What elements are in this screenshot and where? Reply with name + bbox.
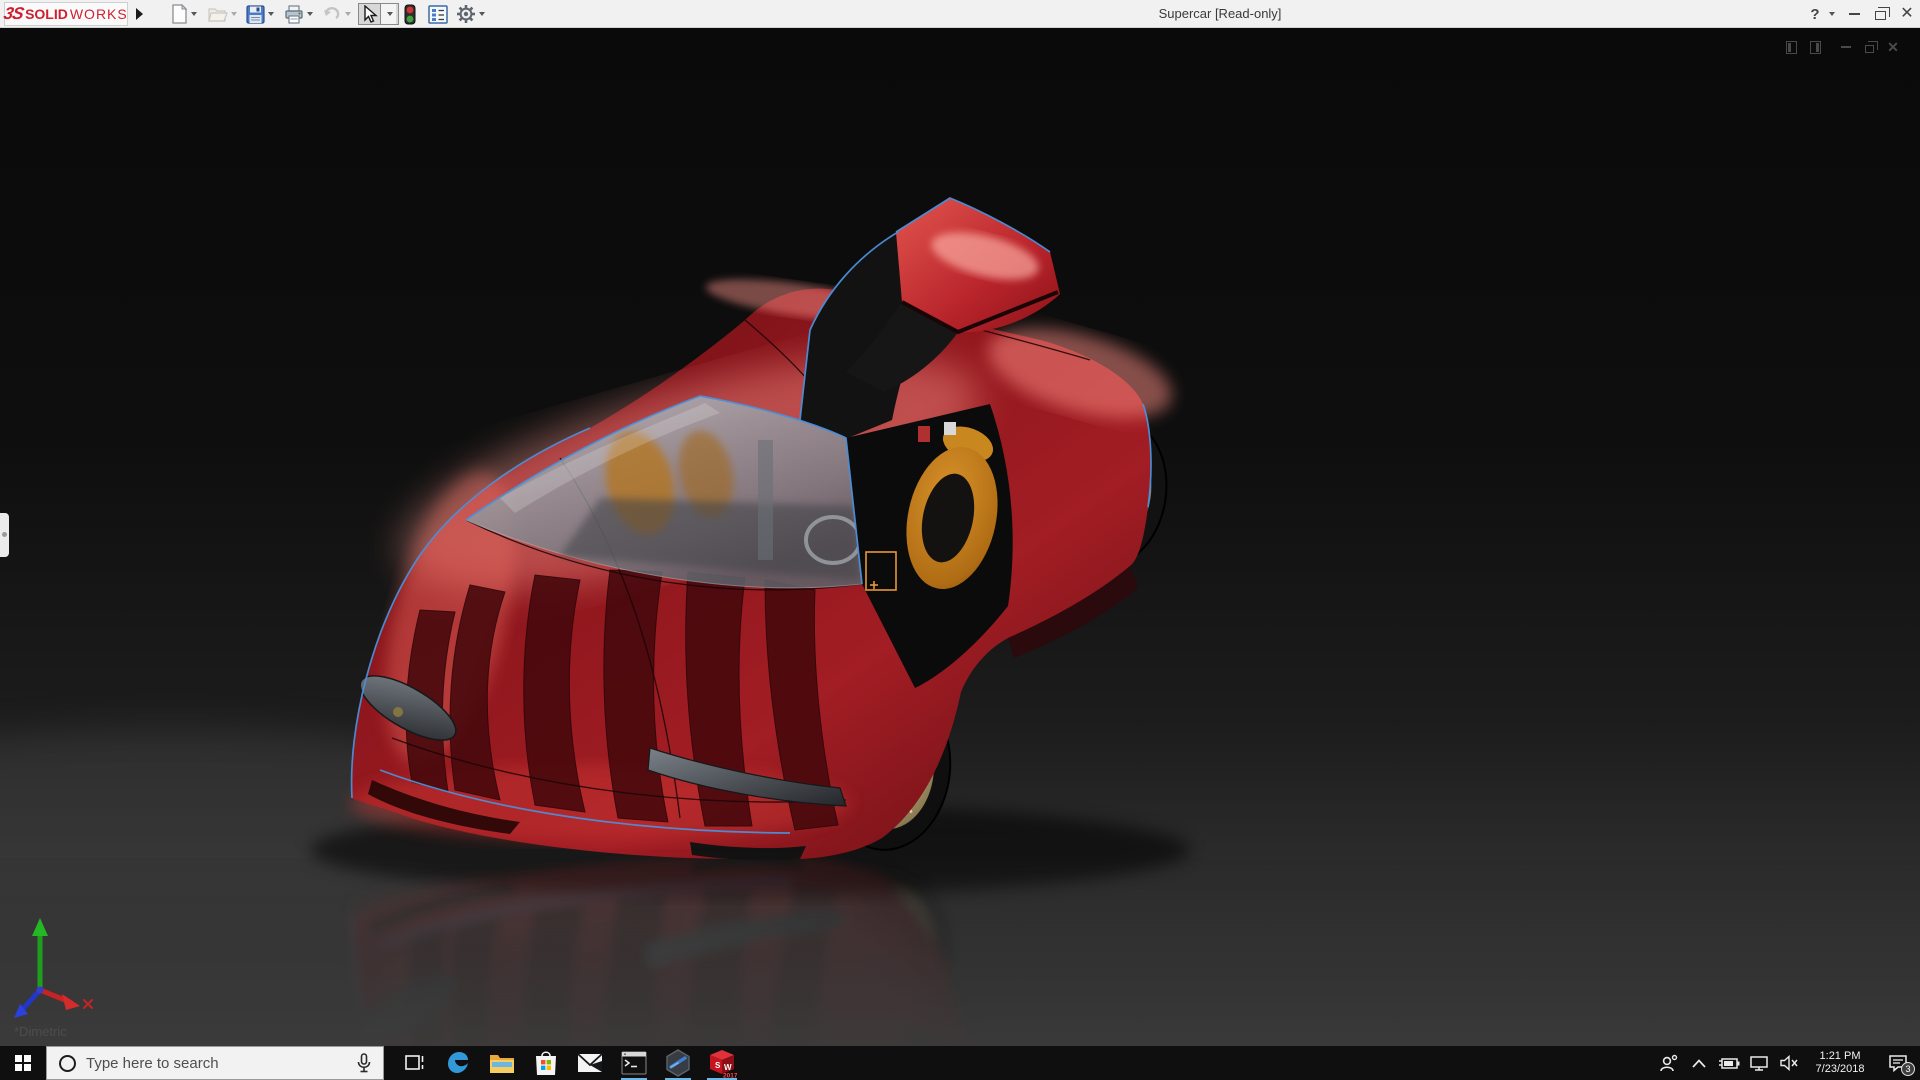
brand-works: WORKS	[70, 6, 128, 22]
microphone-icon[interactable]	[357, 1053, 371, 1073]
brand-solid: SOLID	[25, 6, 68, 22]
select-tool-button[interactable]	[358, 3, 399, 25]
solidworks-visualize-icon	[665, 1049, 691, 1077]
reflection-fade	[0, 858, 1920, 1046]
car-body-group[interactable]	[350, 198, 1182, 860]
battery-icon	[1718, 1056, 1740, 1070]
save-icon	[246, 5, 265, 24]
open-folder-icon	[208, 5, 228, 23]
svg-text:W: W	[724, 1063, 732, 1072]
start-button[interactable]	[0, 1046, 46, 1080]
help-caret[interactable]	[1824, 0, 1836, 28]
taskbar-file-explorer[interactable]	[480, 1046, 524, 1080]
taskbar-store[interactable]	[524, 1046, 568, 1080]
minimize-button[interactable]	[1844, 0, 1864, 28]
chevron-up-icon	[1692, 1059, 1706, 1068]
open-caret-icon[interactable]	[231, 12, 237, 16]
window-title: Supercar [Read-only]	[1090, 6, 1350, 21]
task-view-button[interactable]	[392, 1046, 436, 1080]
help-button[interactable]: ?	[1806, 0, 1824, 28]
people-icon	[1659, 1054, 1679, 1072]
print-button[interactable]	[284, 2, 313, 26]
taskbar-solidworks-2017[interactable]: S W 2017	[700, 1046, 744, 1080]
solidworks-2017-icon: S W 2017	[707, 1048, 737, 1078]
new-caret-icon[interactable]	[191, 12, 197, 16]
flyout-arrow-icon	[136, 8, 143, 20]
search-input[interactable]	[86, 1055, 357, 1072]
undo-button[interactable]	[322, 2, 351, 26]
taskbar-edge[interactable]	[436, 1046, 480, 1080]
pane-left-icon	[1786, 41, 1797, 54]
cortana-icon	[59, 1055, 76, 1072]
taskbar-search[interactable]	[46, 1046, 384, 1080]
action-center-button[interactable]: 3	[1876, 1046, 1920, 1080]
task-view-icon	[403, 1053, 425, 1073]
rebuild-traffic-light-icon	[404, 4, 416, 25]
rebuild-button[interactable]	[404, 2, 416, 26]
minimize-icon	[1849, 13, 1860, 15]
taskbar-command-prompt[interactable]	[612, 1046, 656, 1080]
doc-restore-button[interactable]	[1860, 39, 1878, 55]
select-cursor-icon	[361, 5, 378, 24]
taskbar-mail[interactable]	[568, 1046, 612, 1080]
pane-right-icon	[1810, 41, 1821, 54]
battery-button[interactable]	[1714, 1046, 1744, 1080]
doc-minimize-icon	[1841, 46, 1851, 48]
doc-pane-right-button[interactable]	[1806, 39, 1824, 55]
taskbar-solidworks-visualize[interactable]	[656, 1046, 700, 1080]
doc-close-icon: ✕	[1887, 40, 1899, 54]
doc-pane-left-button[interactable]	[1782, 39, 1800, 55]
clock-time: 1:21 PM	[1804, 1050, 1876, 1063]
network-icon	[1749, 1055, 1769, 1071]
options-button[interactable]	[456, 2, 485, 26]
close-icon: ✕	[1900, 6, 1913, 22]
mail-icon	[577, 1052, 603, 1074]
undo-caret-icon[interactable]	[345, 12, 351, 16]
doc-minimize-button[interactable]	[1838, 39, 1854, 55]
graphics-viewport[interactable]: ✕	[0, 28, 1920, 1046]
edge-icon	[445, 1050, 471, 1076]
notification-badge: 3	[1901, 1062, 1915, 1076]
windows-logo-icon	[15, 1055, 31, 1071]
display-pane-icon	[428, 5, 448, 24]
solidworks-logo[interactable]: 3S SOLIDWORKS	[4, 2, 128, 26]
volume-muted-icon	[1779, 1055, 1799, 1071]
new-document-button[interactable]	[170, 2, 197, 26]
menu-flyout-button[interactable]	[130, 2, 148, 26]
doc-restore-icon	[1865, 45, 1874, 53]
options-caret-icon[interactable]	[479, 12, 485, 16]
clock-date: 7/23/2018	[1804, 1063, 1876, 1076]
select-caret-icon	[387, 12, 393, 16]
restore-button[interactable]	[1869, 0, 1891, 28]
file-explorer-icon	[489, 1052, 515, 1074]
titlebar: 3S SOLIDWORKS	[0, 0, 1920, 28]
print-icon	[284, 5, 304, 24]
command-prompt-icon	[621, 1051, 647, 1075]
undo-icon	[322, 5, 342, 23]
view-orientation-label: *Dimetric	[14, 1024, 67, 1039]
open-button[interactable]	[208, 2, 237, 26]
feature-manager-collapsed-tab[interactable]	[0, 513, 9, 557]
svg-text:S: S	[715, 1061, 721, 1070]
store-icon	[534, 1050, 558, 1076]
print-caret-icon[interactable]	[307, 12, 313, 16]
doc-close-button[interactable]: ✕	[1884, 39, 1902, 55]
ds-logo-glyph: 3S	[2, 4, 25, 24]
system-tray: 1:21 PM 7/23/2018 3	[1654, 1046, 1920, 1080]
volume-button[interactable]	[1774, 1046, 1804, 1080]
new-document-icon	[170, 4, 188, 24]
network-button[interactable]	[1744, 1046, 1774, 1080]
taskbar-clock[interactable]: 1:21 PM 7/23/2018	[1804, 1050, 1876, 1076]
display-pane-button[interactable]	[428, 2, 448, 26]
gear-icon	[456, 4, 476, 24]
save-caret-icon[interactable]	[268, 12, 274, 16]
car-3d-model[interactable]	[0, 28, 1920, 1046]
save-button[interactable]	[246, 2, 274, 26]
select-caret-zone[interactable]	[380, 4, 396, 24]
taskbar: S W 2017	[0, 1046, 1920, 1080]
restore-icon	[1875, 11, 1886, 20]
tray-overflow-button[interactable]	[1684, 1046, 1714, 1080]
people-button[interactable]	[1654, 1046, 1684, 1080]
close-button[interactable]: ✕	[1896, 0, 1918, 28]
